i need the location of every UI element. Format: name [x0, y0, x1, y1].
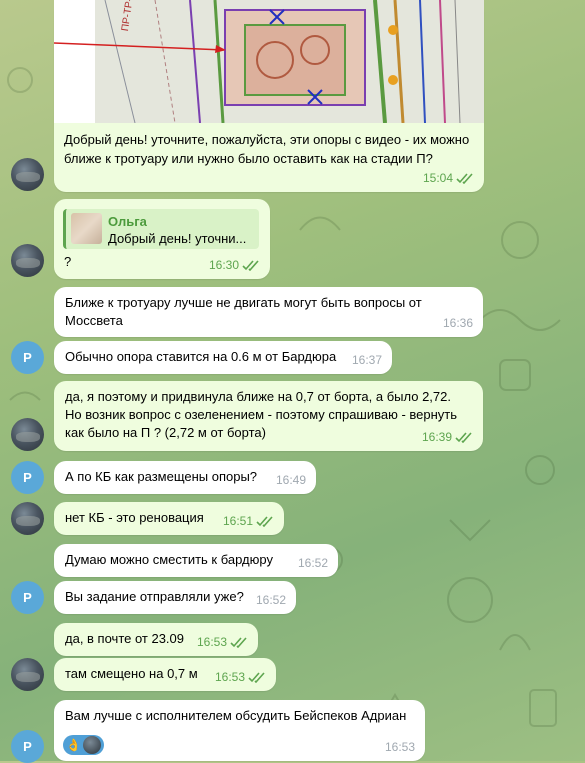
- double-check-icon: [455, 431, 472, 443]
- reaction-row[interactable]: 👌: [63, 735, 104, 755]
- message-time: 16:52: [297, 556, 328, 570]
- message-bubble[interactable]: Вам лучше с исполнителем обсудить Бейспе…: [54, 700, 425, 761]
- message-time: 16:52: [255, 593, 286, 607]
- reply-author: Ольга: [108, 214, 147, 229]
- message-bubble[interactable]: Ближе к тротуару лучше не двигать могут …: [54, 287, 483, 337]
- message-meta: 16:30: [209, 256, 260, 274]
- double-check-icon: [456, 172, 473, 184]
- reply-thumbnail: [71, 213, 102, 244]
- message-bubble[interactable]: да, в почте от 23.09 16:53: [54, 623, 258, 656]
- message-text: ?: [64, 254, 72, 269]
- sender-avatar[interactable]: [11, 502, 44, 535]
- double-check-icon: [256, 515, 273, 527]
- message-time: 16:53: [214, 670, 245, 684]
- message-text: Вы задание отправляли уже?: [65, 589, 244, 604]
- message-text: Ближе к тротуару лучше не двигать могут …: [65, 295, 422, 328]
- message-time: 16:39: [421, 430, 452, 444]
- sender-avatar[interactable]: [11, 418, 44, 451]
- message-meta: 16:49: [276, 471, 306, 489]
- image-left-margin: [54, 0, 95, 123]
- message-time: 16:53: [196, 635, 227, 649]
- message-time: 16:49: [275, 473, 306, 487]
- ok-hand-icon: 👌: [66, 738, 81, 752]
- message-bubble[interactable]: Вы задание отправляли уже? 16:52: [54, 581, 296, 614]
- message-text: Обычно опора ставится на 0.6 м от Бардюр…: [65, 349, 337, 364]
- message-bubble[interactable]: нет КБ - это реновация 16:51: [54, 502, 284, 535]
- double-check-icon: [248, 671, 265, 683]
- sender-avatar[interactable]: Р: [11, 341, 44, 374]
- message-bubble[interactable]: Обычно опора ставится на 0.6 м от Бардюр…: [54, 341, 392, 374]
- reactor-avatar: [82, 736, 101, 754]
- sender-avatar[interactable]: [11, 244, 44, 277]
- double-check-icon: [230, 636, 247, 648]
- message-meta: 16:51: [223, 512, 274, 530]
- message-meta: 16:53: [215, 668, 266, 686]
- message-meta: 16:39: [422, 428, 473, 446]
- message-time: 16:37: [351, 353, 382, 367]
- reply-quote[interactable]: Ольга Добрый день! уточни...: [63, 209, 259, 249]
- message-bubble[interactable]: Думаю можно сместить к бардюру 16:52: [54, 544, 338, 577]
- avatar-letter: Р: [23, 590, 32, 605]
- message-meta: 16:53: [385, 738, 415, 756]
- drawing-plan-graphic: [95, 0, 484, 123]
- avatar-letter: Р: [23, 470, 32, 485]
- red-arrow-annotation: [54, 42, 226, 53]
- message-time: 16:36: [442, 316, 473, 330]
- message-meta: 15:04: [423, 169, 474, 187]
- sender-avatar[interactable]: Р: [11, 461, 44, 494]
- avatar-letter: Р: [23, 350, 32, 365]
- message-bubble[interactable]: А по КБ как размещены опоры? 16:49: [54, 461, 316, 494]
- message-meta: 16:36: [443, 314, 473, 332]
- drawing-image[interactable]: ПР-ТР-N6001: [95, 0, 484, 123]
- message-meta: 16:52: [256, 591, 286, 609]
- message-text: Думаю можно сместить к бардюру: [65, 552, 273, 567]
- message-meta: 16:53: [197, 633, 248, 651]
- sender-avatar[interactable]: Р: [11, 730, 44, 763]
- message-bubble[interactable]: там смещено на 0,7 м 16:53: [54, 658, 276, 691]
- sender-avatar[interactable]: [11, 658, 44, 691]
- message-time: 16:30: [208, 258, 239, 272]
- message-text: Вам лучше с исполнителем обсудить Бейспе…: [65, 708, 407, 723]
- message-time: 15:04: [422, 171, 453, 185]
- message-bubble[interactable]: ПР-ТР-N6001 Добрый день! уточните, пожал…: [54, 0, 484, 192]
- avatar-letter: Р: [23, 739, 32, 754]
- message-bubble[interactable]: Ольга Добрый день! уточни... ? 16:30: [54, 199, 270, 279]
- message-time: 16:51: [222, 514, 253, 528]
- message-bubble[interactable]: да, я поэтому и придвинула ближе на 0,7 …: [54, 381, 483, 451]
- reply-snippet: Добрый день! уточни...: [108, 231, 247, 246]
- sender-avatar[interactable]: Р: [11, 581, 44, 614]
- message-meta: 16:52: [298, 554, 328, 572]
- message-meta: 16:37: [352, 351, 382, 369]
- ok-hand-reaction[interactable]: 👌: [63, 735, 104, 755]
- message-text: да, я поэтому и придвинула ближе на 0,7 …: [65, 389, 458, 440]
- sender-avatar[interactable]: [11, 158, 44, 191]
- message-text: А по КБ как размещены опоры?: [65, 469, 258, 484]
- message-time: 16:53: [384, 740, 415, 754]
- message-text: Добрый день! уточните, пожалуйста, эти о…: [64, 132, 470, 166]
- double-check-icon: [242, 259, 259, 271]
